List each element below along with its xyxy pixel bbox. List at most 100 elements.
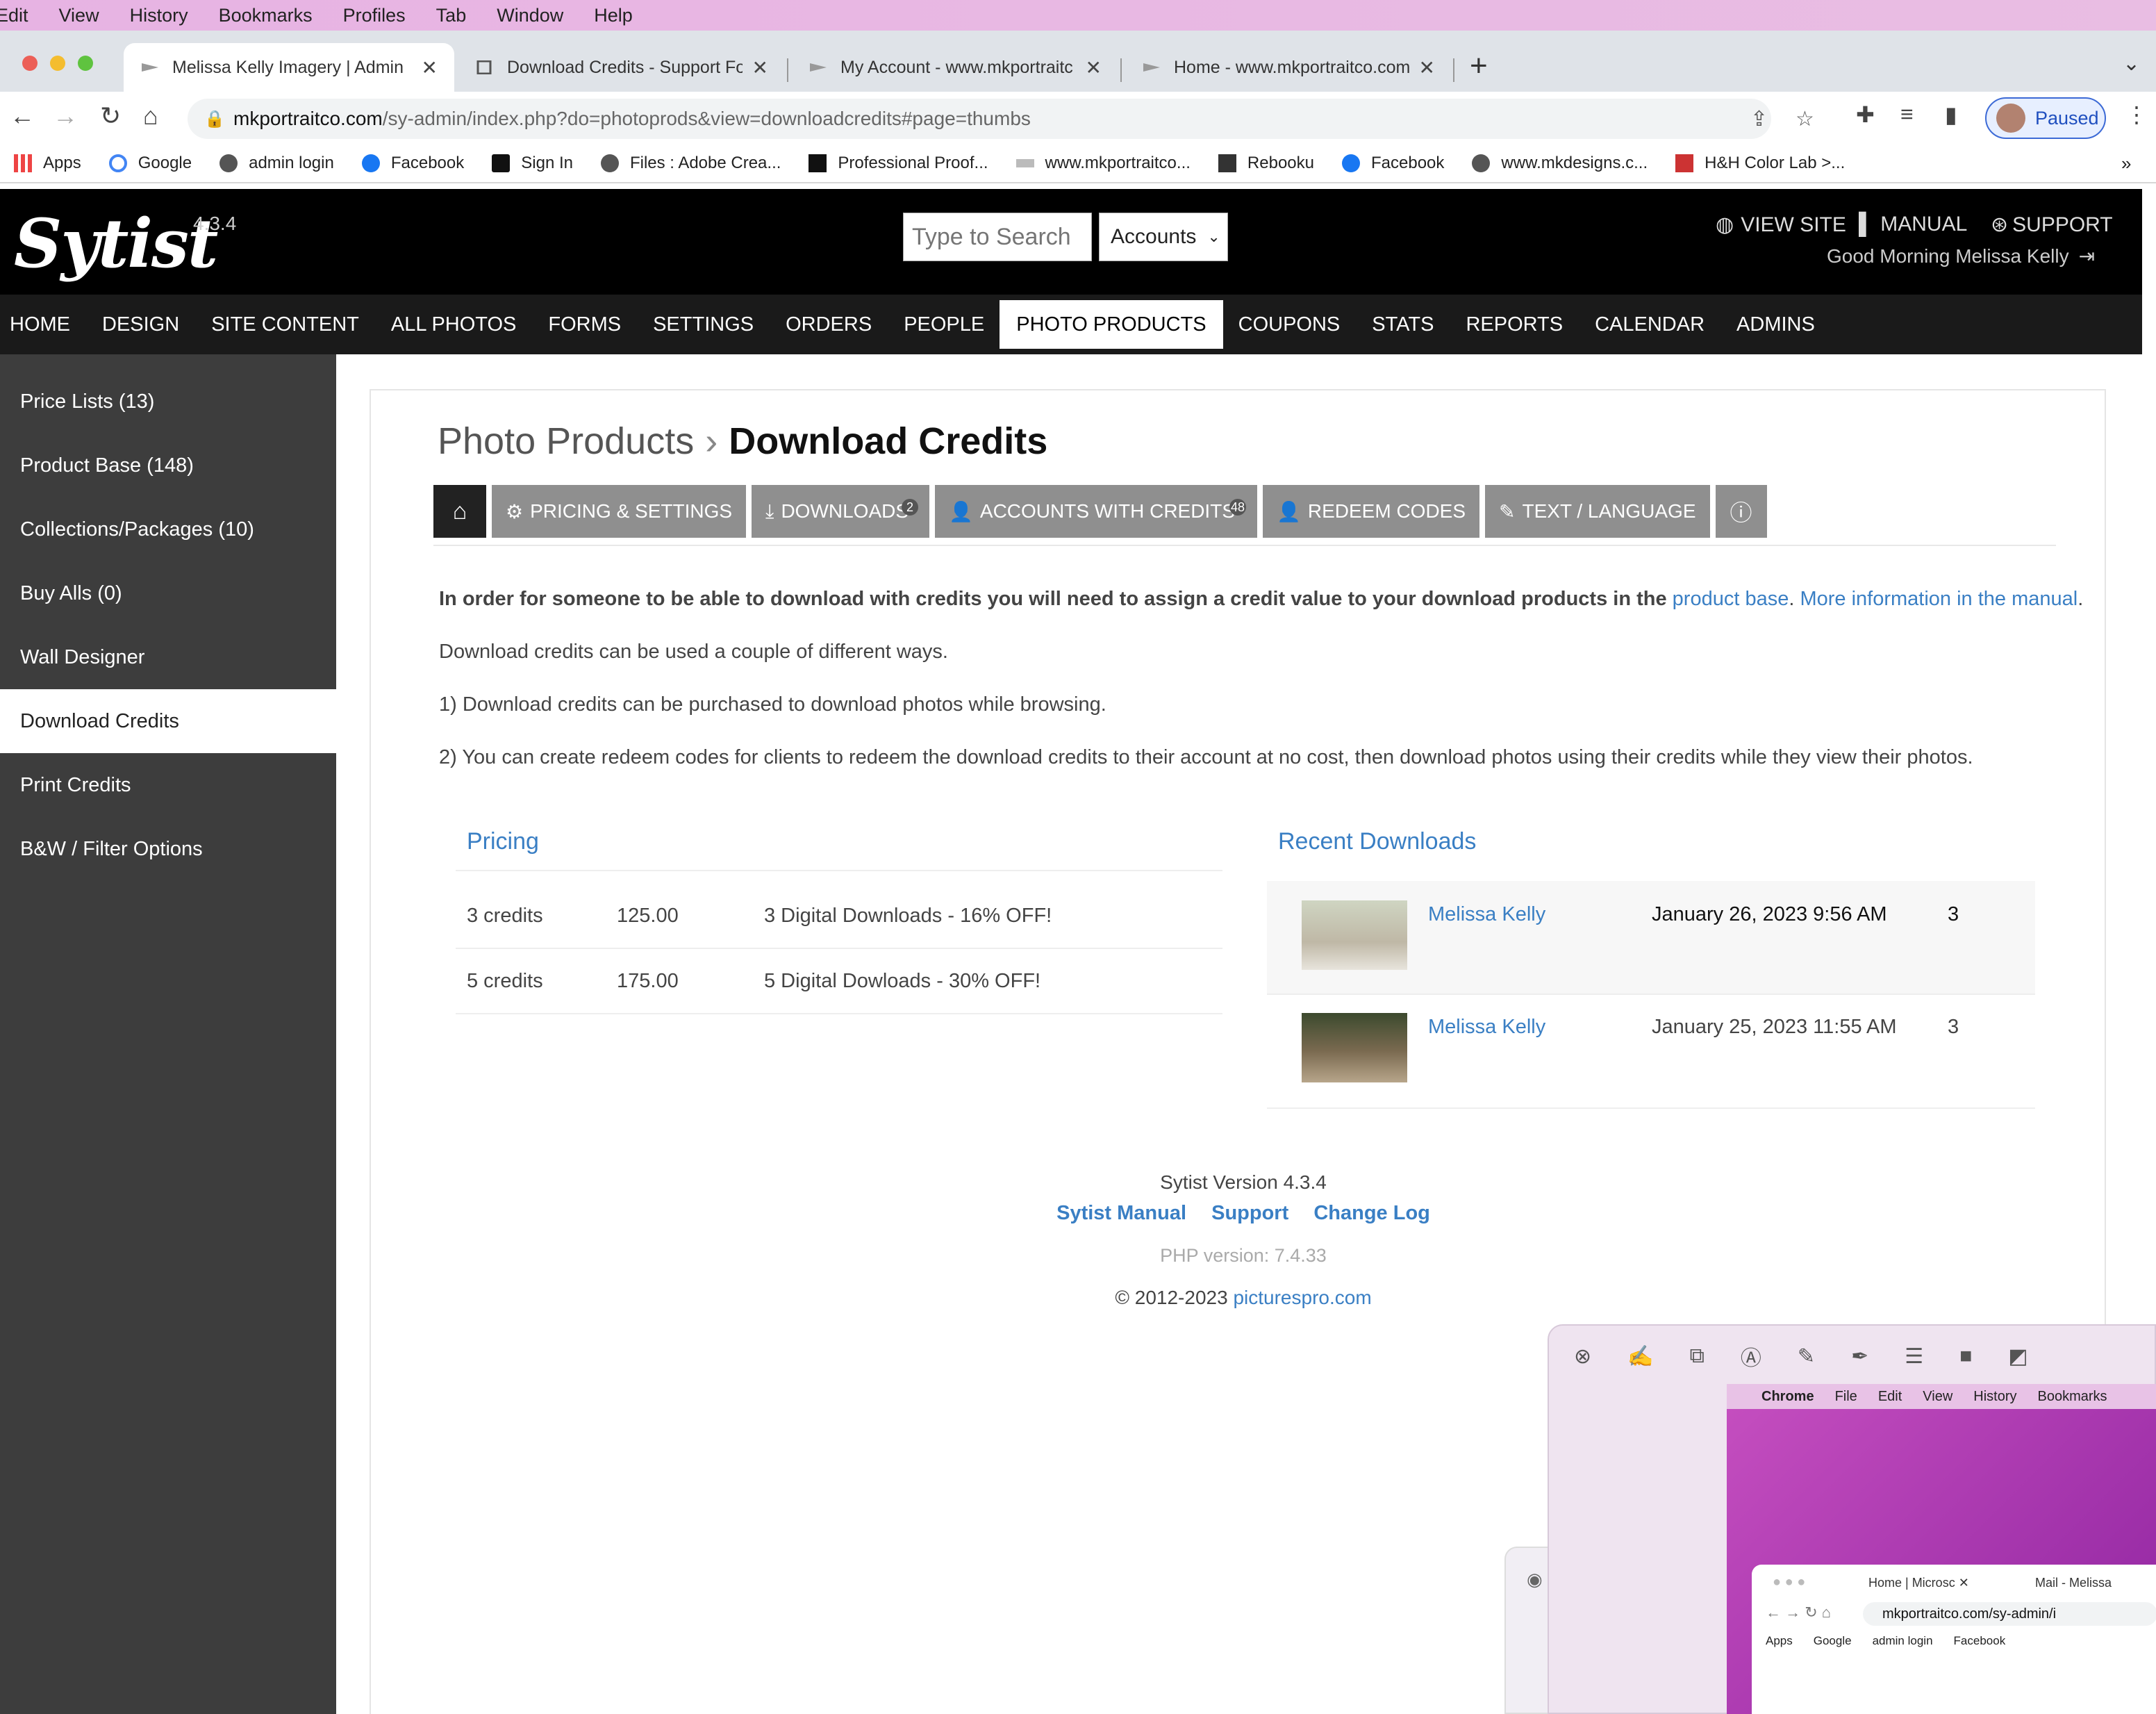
- bookmark-admin-login[interactable]: admin login: [219, 154, 334, 173]
- subtab-redeem-codes[interactable]: 👤 REDEEM CODES: [1263, 485, 1480, 538]
- nav-reports[interactable]: REPORTS: [1466, 300, 1563, 349]
- border-color-icon[interactable]: ■: [1959, 1344, 1972, 1368]
- maximize-window-button[interactable]: [78, 56, 93, 71]
- highlight-icon[interactable]: ✎: [1798, 1344, 1815, 1369]
- nav-admins[interactable]: ADMINS: [1736, 300, 1815, 349]
- tab-search-chevron-icon[interactable]: ⌄: [2123, 51, 2140, 76]
- share-icon[interactable]: ⇪: [1750, 107, 1768, 131]
- search-input[interactable]: [903, 213, 1092, 261]
- close-window-button[interactable]: [22, 56, 38, 71]
- new-tab-icon[interactable]: +: [1470, 49, 1488, 83]
- subtab-info[interactable]: ⓘ: [1715, 485, 1767, 538]
- support-footer-link[interactable]: Support: [1211, 1202, 1288, 1224]
- menu-window[interactable]: Window: [497, 5, 563, 26]
- bookmark-facebook[interactable]: Facebook: [361, 154, 464, 173]
- logout-icon[interactable]: ⇥: [2079, 245, 2095, 267]
- bookmark-professional-proof[interactable]: Professional Proof...: [808, 154, 988, 173]
- nav-coupons[interactable]: COUPONS: [1238, 300, 1341, 349]
- manual-link[interactable]: ▌ MANUAL: [1859, 213, 1967, 236]
- browser-tab-support[interactable]: Download Credits - Support Fo ✕: [458, 43, 785, 92]
- subtab-pricing-settings[interactable]: ⚙ PRICING & SETTINGS: [492, 485, 747, 538]
- sidebar-item-download-credits[interactable]: Download Credits: [0, 689, 336, 753]
- shapes-icon[interactable]: ⧉: [1690, 1344, 1705, 1368]
- line-style-icon[interactable]: ☰: [1905, 1344, 1923, 1369]
- signature-icon[interactable]: ✒: [1851, 1344, 1868, 1369]
- close-tab-icon[interactable]: ✕: [1086, 56, 1102, 79]
- close-tab-icon[interactable]: ✕: [1419, 56, 1435, 79]
- menu-help[interactable]: Help: [594, 5, 633, 26]
- bookmark-facebook-2[interactable]: Facebook: [1342, 154, 1444, 173]
- change-log-link[interactable]: Change Log: [1313, 1202, 1430, 1224]
- nav-all-photos[interactable]: ALL PHOTOS: [391, 300, 517, 349]
- address-bar[interactable]: 🔒 mkportraitco.com/sy-admin/index.php?do…: [188, 99, 1814, 139]
- bookmark-hh-color-lab[interactable]: H&H Color Lab >...: [1675, 154, 1845, 173]
- customer-link[interactable]: Melissa Kelly: [1428, 903, 1545, 926]
- browser-tab-account[interactable]: My Account - www.mkportraitc ✕: [792, 43, 1118, 92]
- text-box-icon[interactable]: Ⓐ: [1741, 1341, 1761, 1371]
- nav-home[interactable]: HOME: [10, 300, 70, 349]
- menu-bookmarks[interactable]: Bookmarks: [219, 5, 313, 26]
- menu-profiles[interactable]: Profiles: [343, 5, 406, 26]
- support-link[interactable]: ⊛ SUPPORT: [1991, 213, 2113, 237]
- breadcrumb-parent[interactable]: Photo Products: [438, 420, 694, 463]
- product-base-link[interactable]: product base: [1673, 588, 1789, 610]
- sidebar-item-print-credits[interactable]: Print Credits: [0, 753, 336, 817]
- bookmark-star-icon[interactable]: ☆: [1796, 107, 1814, 131]
- menu-view[interactable]: View: [59, 5, 99, 26]
- bookmark-adobe-files[interactable]: Files : Adobe Crea...: [600, 154, 781, 173]
- fill-color-icon[interactable]: ◩: [2008, 1344, 2028, 1369]
- photo-thumbnail[interactable]: [1302, 900, 1407, 970]
- extensions-icon[interactable]: ✚: [1856, 101, 1875, 128]
- bookmark-mkportraitco[interactable]: www.mkportraitco...: [1015, 154, 1191, 173]
- sidebar-item-price-lists[interactable]: Price Lists (13): [0, 370, 336, 434]
- side-panel-icon[interactable]: ▮: [1945, 101, 1957, 128]
- bookmark-mkdesigns[interactable]: www.mkdesigns.c...: [1472, 154, 1648, 173]
- bookmark-apps[interactable]: Apps: [14, 154, 81, 173]
- back-icon[interactable]: ←: [10, 101, 35, 131]
- subtab-text-language[interactable]: ✎ TEXT / LANGUAGE: [1485, 485, 1710, 538]
- nav-calendar[interactable]: CALENDAR: [1595, 300, 1705, 349]
- browser-tab-home[interactable]: Home - www.mkportraitco.com ✕: [1125, 43, 1452, 92]
- sidebar-item-bw-filter[interactable]: B&W / Filter Options: [0, 817, 336, 881]
- subtab-downloads[interactable]: ⤓ DOWNLOADS 2: [752, 485, 930, 538]
- menu-edit[interactable]: Edit: [0, 5, 28, 26]
- subtab-accounts-with-credits[interactable]: 👤 ACCOUNTS WITH CREDITS 48: [935, 485, 1257, 538]
- sidebar-item-product-base[interactable]: Product Base (148): [0, 434, 336, 497]
- close-tab-icon[interactable]: ✕: [422, 56, 438, 79]
- manual-info-link[interactable]: More information in the manual: [1800, 588, 2078, 610]
- home-icon[interactable]: ⌂: [143, 101, 158, 131]
- nav-photo-products[interactable]: PHOTO PRODUCTS: [1000, 300, 1223, 349]
- reload-icon[interactable]: ↻: [100, 101, 121, 131]
- sketch-icon[interactable]: ✍: [1627, 1344, 1653, 1369]
- search-scope-select[interactable]: Accounts ⌄: [1099, 213, 1228, 261]
- nav-design[interactable]: DESIGN: [102, 300, 179, 349]
- photo-thumbnail[interactable]: [1302, 1013, 1407, 1082]
- forward-icon[interactable]: →: [53, 101, 78, 131]
- subtab-home[interactable]: ⌂: [433, 485, 486, 538]
- profile-button[interactable]: Paused: [1985, 97, 2106, 139]
- media-controls-icon[interactable]: ≡: [1900, 101, 1914, 127]
- more-bookmarks-icon[interactable]: »: [2121, 153, 2131, 174]
- nav-people[interactable]: PEOPLE: [904, 300, 984, 349]
- sidebar-item-buy-alls[interactable]: Buy Alls (0): [0, 561, 336, 625]
- menu-history[interactable]: History: [130, 5, 188, 26]
- bookmark-sign-in[interactable]: Sign In: [492, 154, 573, 173]
- nav-stats[interactable]: STATS: [1372, 300, 1434, 349]
- sytist-manual-link[interactable]: Sytist Manual: [1056, 1202, 1186, 1224]
- bookmark-rebooku[interactable]: Rebooku: [1218, 154, 1314, 173]
- sidebar-item-wall-designer[interactable]: Wall Designer: [0, 625, 336, 689]
- browser-tab-admin[interactable]: Melissa Kelly Imagery | Admin ✕: [124, 43, 454, 92]
- minimize-window-button[interactable]: [50, 56, 65, 71]
- view-site-link[interactable]: ◍ VIEW SITE: [1716, 213, 1846, 237]
- picturespro-link[interactable]: picturespro.com: [1233, 1287, 1371, 1308]
- sytist-logo[interactable]: Sytist: [14, 204, 218, 283]
- sidebar-item-collections[interactable]: Collections/Packages (10): [0, 497, 336, 561]
- nav-orders[interactable]: ORDERS: [786, 300, 872, 349]
- close-icon[interactable]: ⊗: [1574, 1344, 1591, 1369]
- close-tab-icon[interactable]: ✕: [752, 56, 768, 79]
- menu-tab[interactable]: Tab: [436, 5, 467, 26]
- nav-site-content[interactable]: SITE CONTENT: [211, 300, 359, 349]
- menu-kebab-icon[interactable]: ⋮: [2125, 101, 2148, 128]
- bookmark-google[interactable]: Google: [108, 154, 192, 173]
- nav-forms[interactable]: FORMS: [548, 300, 621, 349]
